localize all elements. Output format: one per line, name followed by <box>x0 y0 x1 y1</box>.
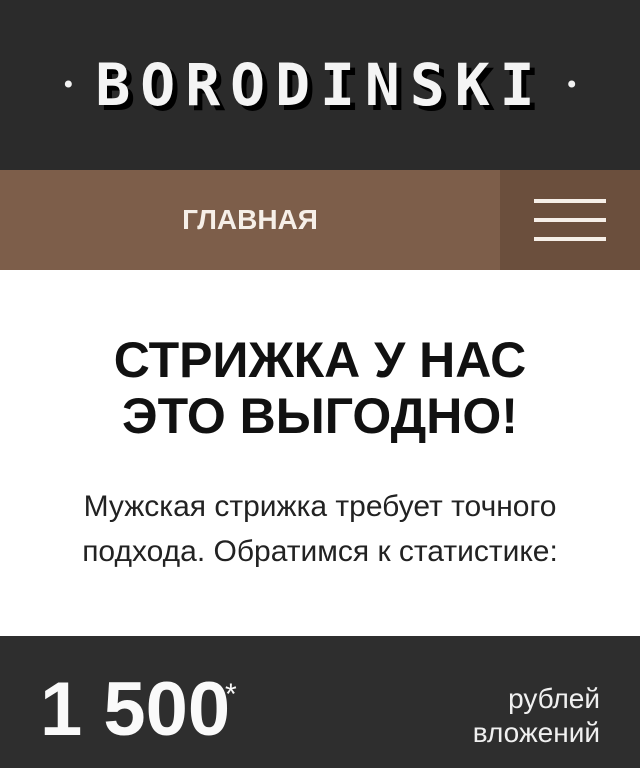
logo-dot-right: • <box>564 71 579 99</box>
intro-desc-line1: Мужская стрижка требует точного <box>83 490 557 523</box>
main-nav: ГЛАВНАЯ <box>0 170 640 270</box>
logo-dot-left: • <box>61 71 76 99</box>
hamburger-menu-icon <box>534 199 606 241</box>
intro-title-line2: ЭТО ВЫГОДНО! <box>122 388 518 444</box>
nav-item-home[interactable]: ГЛАВНАЯ <box>0 170 500 270</box>
menu-toggle-button[interactable] <box>500 170 640 270</box>
nav-item-home-label: ГЛАВНАЯ <box>182 204 318 235</box>
stat-label-line2: вложений <box>472 717 600 748</box>
intro-section: СТРИЖКА У НАС ЭТО ВЫГОДНО! Мужская стриж… <box>0 270 640 636</box>
intro-description: Мужская стрижка требует точного подхода.… <box>82 484 558 574</box>
stat-footnote-asterisk: * <box>225 678 237 711</box>
logo-text: BORODINSKI <box>95 51 545 119</box>
intro-desc-line2: подхода. Обратимся к статистике: <box>82 535 558 568</box>
stats-section: 1 500 * рублей вложений <box>0 636 640 768</box>
site-header: • BORODINSKI • <box>0 0 640 170</box>
intro-title-line1: СТРИЖКА У НАС <box>113 332 527 388</box>
logo[interactable]: • BORODINSKI • <box>61 51 579 119</box>
stat-label-line1: рублей <box>508 683 600 714</box>
stat-label: рублей вложений <box>473 682 600 750</box>
stat-value: 1 500 <box>40 667 231 752</box>
intro-title: СТРИЖКА У НАС ЭТО ВЫГОДНО! <box>114 332 526 444</box>
